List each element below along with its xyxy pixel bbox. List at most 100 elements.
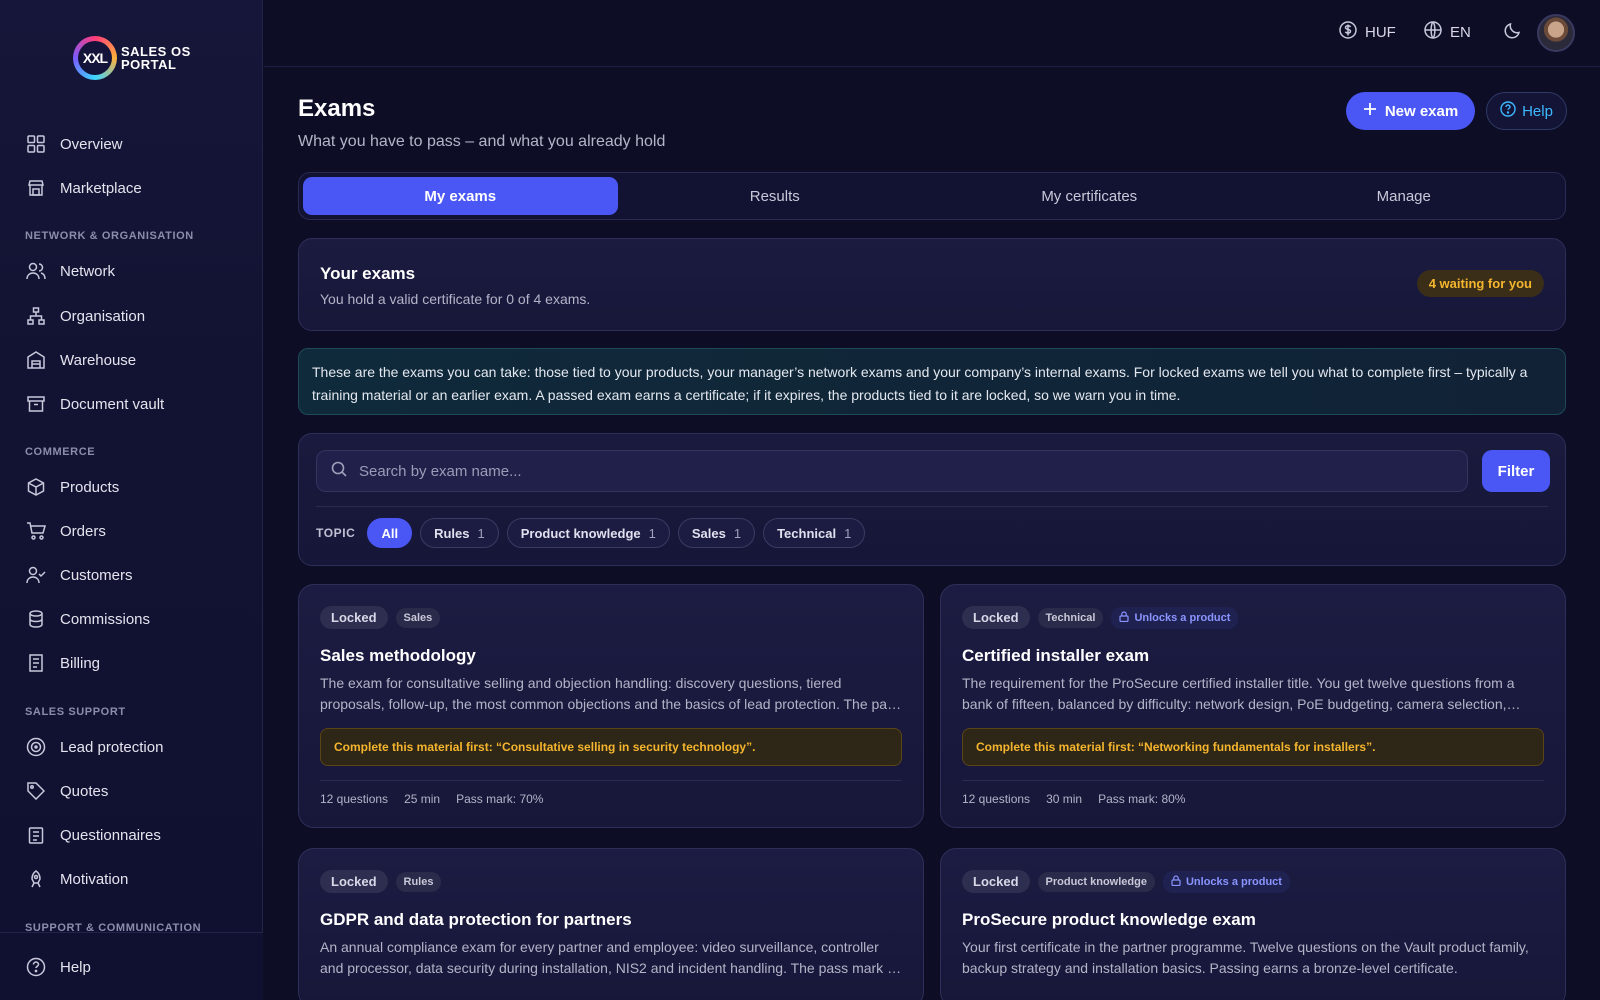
language-selector[interactable]: EN	[1424, 21, 1471, 43]
topic-badge: Sales	[395, 607, 441, 628]
exam-card[interactable]: Locked Sales Sales methodology The exam …	[298, 584, 924, 828]
sidebar-item-document-vault[interactable]: Document vault	[26, 392, 164, 416]
sidebar-item-marketplace[interactable]: Marketplace	[26, 176, 142, 200]
sidebar-item-label: Customers	[60, 566, 133, 584]
brand-logo[interactable]: XXL SALES OS PORTAL	[73, 36, 201, 80]
unlock-label: Unlocks a product	[1185, 875, 1282, 888]
sidebar-item-label: Motivation	[60, 870, 129, 888]
sidebar-item-label: Warehouse	[60, 351, 137, 369]
topic-chip-product-knowledge[interactable]: Product knowledge 1	[506, 518, 670, 548]
sidebar-item-label: Overview	[60, 135, 123, 153]
info-banner: These are the exams you can take: those …	[298, 348, 1566, 415]
sidebar-item-label: Products	[60, 478, 120, 496]
topbar: HUF EN	[264, 0, 1600, 67]
sidebar-item-network[interactable]: Network	[26, 259, 115, 283]
divider	[320, 780, 902, 781]
moon-icon	[1504, 21, 1522, 43]
sidebar-section-title: NETWORK & ORGANISATION	[25, 230, 194, 242]
theme-toggle[interactable]	[1504, 21, 1522, 43]
sidebar-item-quotes[interactable]: Quotes	[26, 779, 108, 803]
avatar[interactable]	[1537, 14, 1575, 52]
exam-card[interactable]: Locked Rules GDPR and data protection fo…	[298, 848, 924, 1000]
exam-card[interactable]: Locked Technical Unlocks a product Certi…	[940, 584, 1566, 828]
help-label: Help	[1522, 102, 1553, 120]
sidebar-item-label: Commissions	[60, 610, 151, 628]
tab-my-certificates[interactable]: My certificates	[932, 177, 1247, 215]
status-badge: Locked	[962, 870, 1030, 893]
sidebar-item-label: Orders	[60, 522, 106, 540]
sidebar-item-overview[interactable]: Overview	[26, 132, 123, 156]
help-button[interactable]: Help	[1486, 92, 1567, 130]
page-title: Exams	[298, 95, 376, 122]
sidebar-item-label: Organisation	[60, 307, 146, 325]
tab-results[interactable]: Results	[618, 177, 933, 215]
sidebar-item-orders[interactable]: Orders	[26, 519, 106, 543]
sidebar-item-billing[interactable]: Billing	[26, 651, 100, 675]
exam-title: GDPR and data protection for partners	[320, 910, 632, 929]
sidebar-item-motivation[interactable]: Motivation	[26, 867, 128, 891]
tab-my-exams[interactable]: My exams	[303, 177, 618, 215]
receipt-icon	[26, 653, 46, 673]
language-label: EN	[1450, 23, 1471, 41]
exam-tags: Locked Rules	[320, 870, 442, 893]
exam-tags: Locked Technical Unlocks a product	[962, 606, 1239, 629]
search-box	[316, 450, 1468, 492]
status-badge: Locked	[320, 606, 388, 629]
user-check-icon	[26, 565, 46, 585]
tag-icon	[26, 781, 46, 801]
target-icon	[26, 737, 46, 757]
chip-label: All	[381, 525, 399, 541]
sidebar: XXL SALES OS PORTAL Overview Marketplace…	[0, 0, 263, 1000]
chip-count: 1	[477, 525, 485, 541]
summary-text: You hold a valid certificate for 0 of 4 …	[320, 291, 591, 307]
new-exam-button[interactable]: New exam	[1346, 92, 1475, 130]
sidebar-item-lead-protection[interactable]: Lead protection	[26, 735, 163, 759]
topic-chip-rules[interactable]: Rules 1	[420, 518, 499, 548]
chip-label: Product knowledge	[520, 525, 641, 541]
sidebar-section-title: COMMERCE	[25, 446, 96, 458]
search-input[interactable]	[359, 462, 1439, 480]
topic-chip-all[interactable]: All	[367, 518, 413, 548]
sidebar-item-help[interactable]: Help	[26, 955, 91, 979]
prerequisite-warning: Complete this material first: “Consultat…	[320, 728, 902, 766]
sidebar-item-customers[interactable]: Customers	[26, 563, 133, 587]
topic-chips: TOPIC All Rules 1 Product knowledge 1 Sale…	[316, 518, 866, 548]
tab-manage[interactable]: Manage	[1247, 177, 1562, 215]
duration: 25 min	[404, 792, 441, 806]
chip-count: 1	[648, 525, 656, 541]
sidebar-item-products[interactable]: Products	[26, 475, 119, 499]
topic-chip-sales[interactable]: Sales 1	[677, 518, 756, 548]
org-chart-icon	[26, 306, 46, 326]
sidebar-item-label: Billing	[60, 654, 101, 672]
topic-badge: Rules	[395, 871, 442, 892]
brand-name: SALES OS PORTAL	[121, 44, 191, 72]
exam-card[interactable]: Locked Product knowledge Unlocks a produ…	[940, 848, 1566, 1000]
lock-icon	[1119, 610, 1130, 625]
waiting-badge: 4 waiting for you	[1416, 270, 1544, 297]
filter-button[interactable]: Filter	[1482, 450, 1550, 492]
tab-bar: My exams Results My certificates Manage	[298, 172, 1566, 220]
sidebar-item-organisation[interactable]: Organisation	[26, 304, 145, 328]
unlock-label: Unlocks a product	[1134, 611, 1231, 624]
sidebar-item-label: Questionnaires	[60, 826, 161, 844]
sidebar-item-label: Help	[60, 958, 91, 976]
page-subtitle: What you have to pass – and what you alr…	[298, 133, 666, 150]
logo-mark: XXL	[73, 36, 117, 80]
search-icon	[331, 461, 347, 482]
status-badge: Locked	[320, 870, 388, 893]
prerequisite-warning: Complete this material first: “Networkin…	[962, 728, 1544, 766]
exam-description: Your first certificate in the partner pr…	[962, 939, 1529, 976]
unlock-badge: Unlocks a product	[1111, 606, 1239, 629]
exam-tags: Locked Product knowledge Unlocks a produ…	[962, 870, 1290, 893]
currency-selector[interactable]: HUF	[1339, 21, 1396, 43]
sidebar-item-questionnaires[interactable]: Questionnaires	[26, 823, 161, 847]
help-circle-icon	[1500, 101, 1516, 121]
exam-title: Certified installer exam	[962, 646, 1150, 665]
sidebar-item-label: Document vault	[60, 395, 165, 413]
warehouse-icon	[26, 350, 46, 370]
sidebar-bottom: Help	[0, 932, 263, 1000]
divider	[962, 780, 1544, 781]
topic-chip-technical[interactable]: Technical 1	[763, 518, 866, 548]
sidebar-item-warehouse[interactable]: Warehouse	[26, 348, 136, 372]
sidebar-item-commissions[interactable]: Commissions	[26, 607, 150, 631]
